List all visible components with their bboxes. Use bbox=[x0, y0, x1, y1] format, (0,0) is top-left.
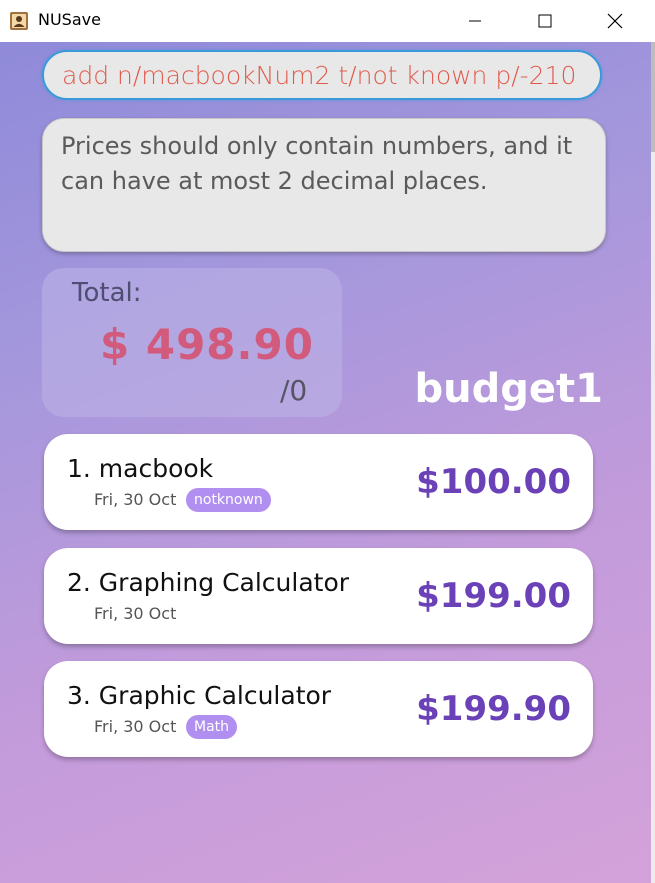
item-name: 3. Graphic Calculator bbox=[67, 681, 332, 710]
command-input[interactable] bbox=[44, 60, 600, 90]
scrollbar-track[interactable] bbox=[651, 42, 655, 883]
minimize-icon bbox=[469, 20, 481, 22]
command-box[interactable] bbox=[42, 50, 602, 100]
total-label: Total: bbox=[72, 278, 142, 308]
title-bar: NUSave bbox=[0, 0, 655, 42]
close-button[interactable] bbox=[580, 0, 650, 42]
item-date: Fri, 30 Oct bbox=[94, 604, 177, 623]
app-body: Prices should only contain numbers, and … bbox=[0, 42, 651, 883]
contact-book-icon bbox=[10, 12, 28, 30]
item-price: $199.90 bbox=[416, 689, 571, 729]
item-price: $199.00 bbox=[416, 576, 571, 616]
budget-name: budget1 bbox=[414, 366, 603, 412]
item-date: Fri, 30 Oct bbox=[94, 490, 177, 509]
total-card: Total: $ 498.90 /0 bbox=[42, 268, 342, 417]
item-price: $100.00 bbox=[416, 462, 571, 502]
item-count: /0 bbox=[280, 374, 308, 407]
result-display: Prices should only contain numbers, and … bbox=[42, 118, 606, 252]
list-item[interactable]: 3. Graphic Calculator Fri, 30 Oct Math $… bbox=[44, 661, 593, 757]
minimize-button[interactable] bbox=[440, 0, 510, 42]
window-title: NUSave bbox=[38, 10, 101, 29]
maximize-button[interactable] bbox=[510, 0, 580, 42]
list-item[interactable]: 2. Graphing Calculator Fri, 30 Oct $199.… bbox=[44, 548, 593, 644]
maximize-icon bbox=[538, 14, 552, 28]
item-name: 1. macbook bbox=[67, 454, 214, 483]
item-name: 2. Graphing Calculator bbox=[67, 568, 350, 597]
list-item[interactable]: 1. macbook Fri, 30 Oct notknown $100.00 bbox=[44, 434, 593, 530]
item-tag: Math bbox=[186, 715, 238, 739]
item-tag: notknown bbox=[186, 488, 271, 512]
result-message: Prices should only contain numbers, and … bbox=[61, 132, 573, 195]
total-amount: $ 498.90 bbox=[100, 320, 314, 369]
scrollbar-thumb[interactable] bbox=[651, 42, 655, 152]
close-icon bbox=[607, 13, 623, 29]
item-date: Fri, 30 Oct bbox=[94, 717, 177, 736]
